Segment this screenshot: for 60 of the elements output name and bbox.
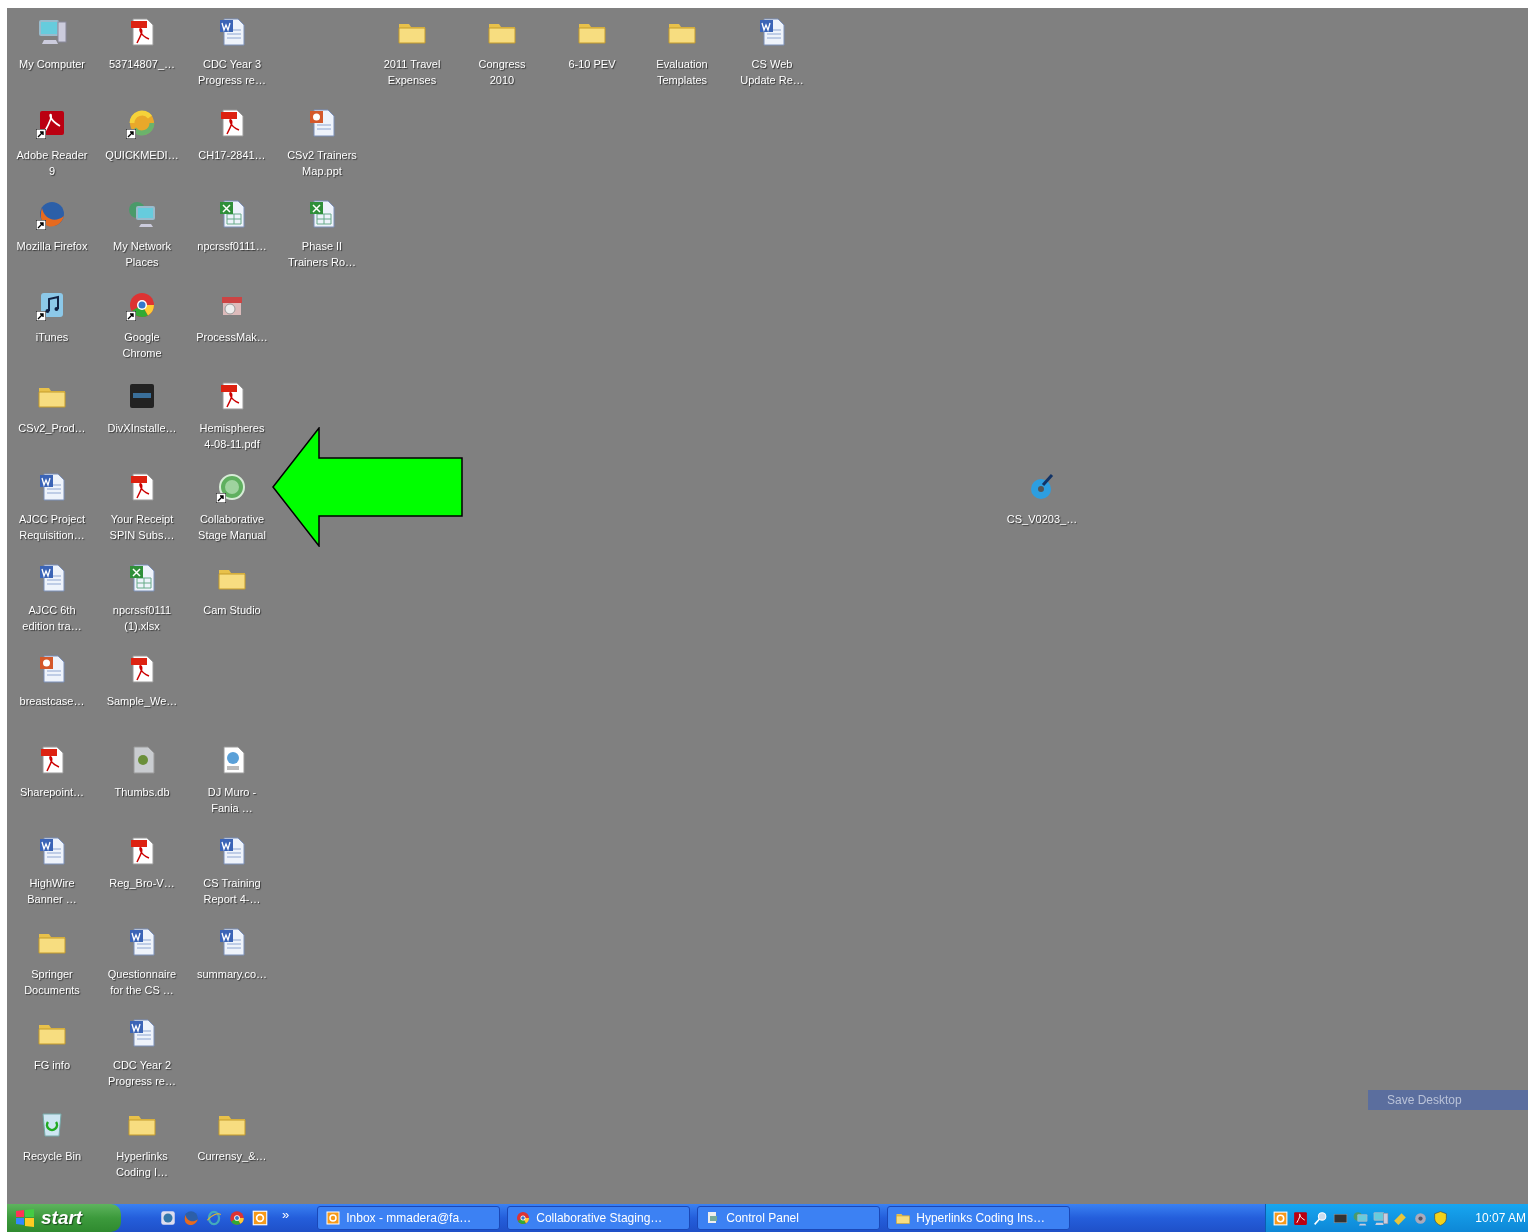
clock: 10:07 AM [1475,1210,1527,1227]
icon-label[interactable]: Thumbs.db [113,784,171,800]
taskbar-window-button[interactable]: Collaborative Staging… [507,1206,691,1230]
overflow-chevron[interactable]: » [282,1207,290,1221]
icon-label[interactable]: Hemispheres 4-08-11.pdf [198,420,266,452]
save-desktop-button[interactable]: Save Desktop [1368,1090,1528,1110]
icon-label[interactable]: HighWire Banner … [26,875,78,907]
icon-label[interactable]: npcrssf0111 (1).xlsx [111,602,173,634]
icon-label[interactable]: Phase II Trainers Ro… [286,238,358,270]
tray-icon-button[interactable] [1372,1209,1389,1227]
icon-label[interactable]: 2011 Travel Expenses [382,56,442,88]
icon-label[interactable]: summary.co… [195,966,269,982]
icon-label[interactable]: FG info [32,1057,72,1073]
icon-label[interactable]: CS Training Report 4-… [202,875,262,907]
icon-label[interactable]: Your Receipt SPIN Subs… [108,511,176,543]
shield-icon [1432,1209,1449,1227]
icon-label[interactable]: Questionnaire for the CS … [106,966,178,998]
icon-label[interactable]: 53714807_… [107,56,177,72]
icon-label[interactable]: Hyperlinks Coding I… [115,1148,169,1180]
icon-label[interactable]: CS_V0203_… [1005,511,1079,527]
icon-label[interactable]: DJ Muro - Fania … [206,784,258,816]
icon-label[interactable]: CDC Year 2 Progress re… [107,1057,177,1089]
icon-label[interactable]: Mozilla Firefox [15,238,89,254]
icon-label[interactable]: Adobe Reader 9 [15,147,89,179]
icon-label[interactable]: Springer Documents [23,966,81,998]
taskbar-window-button[interactable]: Control Panel [697,1206,881,1230]
icon-label[interactable]: My Computer [18,56,86,72]
start-button[interactable]: start [7,1204,121,1232]
icon-label[interactable]: iTunes [34,329,70,345]
windows-logo-icon [15,1208,35,1228]
icon-label[interactable]: breastcase… [18,693,86,709]
icon-label[interactable]: Sharepoint… [18,784,86,800]
icon-label[interactable]: Recycle Bin [21,1148,83,1164]
icon-label[interactable]: DivXInstalle… [106,420,178,436]
icon-label[interactable]: CSv2 Trainers Map.ppt [286,147,358,179]
taskbar-window-button[interactable]: Hyperlinks Coding Ins… [887,1206,1071,1230]
icon-label[interactable]: Google Chrome [121,329,163,361]
icon-label[interactable]: Cam Studio [202,602,262,618]
icon-label[interactable]: CH17-2841… [197,147,267,163]
tray-icon-button[interactable] [1312,1209,1329,1227]
tray-icon-button[interactable] [1432,1209,1449,1227]
taskbar-window-button[interactable]: Inbox - mmadera@fa… [317,1206,501,1230]
icon-label[interactable]: Sample_We… [105,693,179,709]
icon-label[interactable]: AJCC 6th edition tra… [21,602,83,634]
icon-label[interactable]: npcrssf0111… [196,238,268,254]
icon-label[interactable]: CSv2_Prod… [17,420,87,436]
icon-label[interactable]: QUICKMEDI… [104,147,180,163]
icon-label[interactable]: Reg_Bro-V… [108,875,176,891]
icon-label[interactable]: My Network Places [111,238,173,270]
icon-label[interactable]: Evaluation Templates [655,56,709,88]
icon-label[interactable]: Congress 2010 [477,56,527,88]
icon-label[interactable]: Collaborative Stage Manual [197,511,267,543]
icon-label[interactable]: 6-10 PEV [567,56,617,72]
search-icon [1312,1209,1329,1227]
icon-label[interactable]: ProcessMak… [195,329,269,345]
icon-label[interactable]: CDC Year 3 Progress re… [197,56,267,88]
icon-label[interactable]: Currensy_&… [196,1148,268,1164]
computer-icon [1372,1209,1389,1227]
icon-label[interactable]: AJCC Project Requisition… [18,511,86,543]
icon-label[interactable]: CS Web Update Re… [739,56,805,88]
